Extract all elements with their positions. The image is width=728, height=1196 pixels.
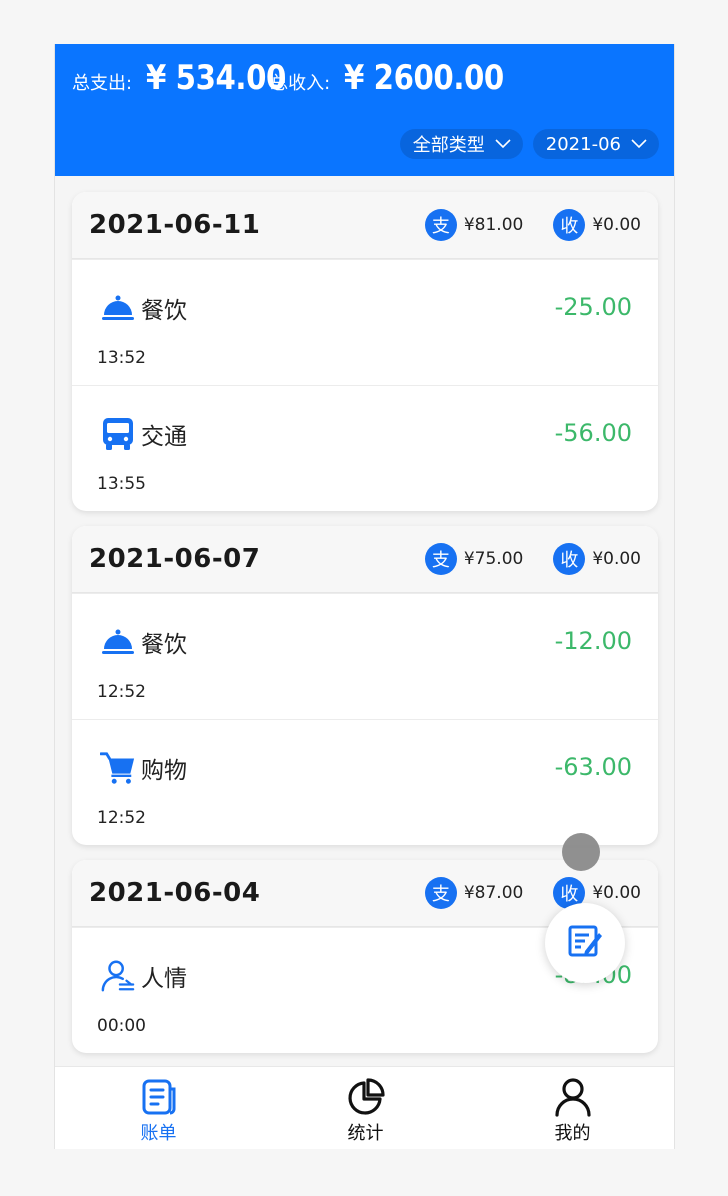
bill-item[interactable]: 餐饮 -12.00 12:52: [72, 593, 658, 719]
pie-chart-icon: [346, 1077, 386, 1117]
user-icon: [553, 1077, 593, 1117]
add-bill-button[interactable]: [545, 903, 625, 983]
dining-icon: [100, 624, 136, 660]
total-spend-amount: ¥ 534.00: [146, 58, 287, 98]
bill-time: 13:52: [97, 348, 146, 368]
tab-mine-label: 我的: [554, 1123, 591, 1144]
chevron-down-icon: [631, 136, 647, 152]
bill-item[interactable]: 餐饮 -25.00 13:52: [72, 259, 658, 385]
bus-icon: [100, 416, 136, 452]
bill-amount: -63.00: [554, 753, 632, 781]
bill-amount: -12.00: [554, 627, 632, 655]
app-screen: 总支出: ¥ 534.00 总收入: ¥ 2600.00 全部类型 2021-0…: [54, 44, 675, 1149]
bill-item[interactable]: 购物 -63.00 12:52: [72, 719, 658, 845]
bill-item[interactable]: 交通 -56.00 13:55: [72, 385, 658, 511]
chevron-down-icon: [495, 136, 511, 152]
day-income: 收 ¥0.00: [553, 543, 641, 575]
bill-time: 13:55: [97, 474, 146, 494]
day-spend-amount: ¥81.00: [463, 215, 524, 235]
bill-category: 人情: [141, 966, 187, 992]
dining-icon: [100, 290, 136, 326]
tab-statistics[interactable]: 统计: [262, 1067, 469, 1149]
day-spend-amount: ¥87.00: [463, 883, 524, 903]
tab-mine[interactable]: 我的: [469, 1067, 674, 1149]
day-date: 2021-06-04: [89, 878, 261, 908]
floating-drag-handle[interactable]: [562, 833, 600, 871]
day-income-amount: ¥0.00: [592, 883, 641, 903]
summary-header: 总支出: ¥ 534.00 总收入: ¥ 2600.00 全部类型 2021-0…: [55, 44, 674, 176]
day-income: 收 ¥0.00: [553, 209, 641, 241]
day-spend-amount: ¥75.00: [463, 549, 524, 569]
spend-badge: 支: [424, 209, 457, 241]
type-filter-label: 全部类型: [412, 135, 485, 156]
type-filter-button[interactable]: 全部类型: [399, 129, 523, 159]
day-card-header: 2021-06-07 支 ¥75.00 收 ¥0.00: [72, 526, 658, 593]
bottom-tab-bar: 账单 统计 我的: [55, 1066, 674, 1149]
edit-icon: [567, 923, 603, 963]
bill-icon: [139, 1077, 179, 1117]
day-income-amount: ¥0.00: [592, 215, 641, 235]
bill-time: 00:00: [97, 1016, 146, 1036]
tab-bills-label: 账单: [140, 1123, 177, 1144]
bill-time: 12:52: [97, 682, 146, 702]
day-spend: 支 ¥75.00: [424, 543, 524, 575]
day-card: 2021-06-07 支 ¥75.00 收 ¥0.00 餐饮 -12.00 12…: [72, 526, 658, 845]
bill-category: 餐饮: [141, 298, 187, 324]
tab-statistics-label: 统计: [347, 1123, 384, 1144]
month-filter-label: 2021-06: [545, 133, 621, 155]
income-badge: 收: [553, 209, 586, 241]
filter-bar: 全部类型 2021-06: [399, 129, 659, 159]
spend-badge: 支: [424, 877, 457, 909]
day-spend: 支 ¥87.00: [424, 877, 524, 909]
day-spend: 支 ¥81.00: [424, 209, 524, 241]
bill-category: 餐饮: [141, 632, 187, 658]
total-income-amount: ¥ 2600.00: [344, 58, 504, 98]
bill-amount: -56.00: [554, 419, 632, 447]
day-date: 2021-06-11: [89, 210, 261, 240]
day-date: 2021-06-07: [89, 544, 261, 574]
bill-time: 12:52: [97, 808, 146, 828]
income-badge: 收: [553, 543, 586, 575]
tab-bills[interactable]: 账单: [55, 1067, 262, 1149]
day-income-amount: ¥0.00: [592, 549, 641, 569]
bill-category: 交通: [141, 424, 187, 450]
day-card: 2021-06-11 支 ¥81.00 收 ¥0.00 餐饮 -25.00 13…: [72, 192, 658, 511]
spend-badge: 支: [424, 543, 457, 575]
social-icon: [100, 958, 136, 994]
bill-amount: -25.00: [554, 293, 632, 321]
totals-row: 总支出: ¥ 534.00 总收入: ¥ 2600.00: [72, 58, 504, 98]
total-spend-label: 总支出:: [72, 73, 133, 94]
month-filter-button[interactable]: 2021-06: [532, 129, 659, 159]
cart-icon: [100, 750, 136, 786]
bill-category: 购物: [141, 758, 187, 784]
day-card-header: 2021-06-11 支 ¥81.00 收 ¥0.00: [72, 192, 658, 259]
